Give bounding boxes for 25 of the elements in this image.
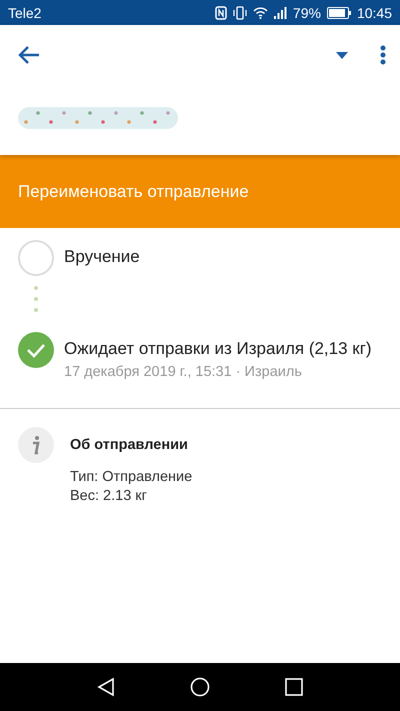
info-icon bbox=[18, 427, 54, 463]
back-nav-icon[interactable] bbox=[97, 677, 116, 697]
signal-icon bbox=[274, 6, 287, 19]
detail-line: Вес: 2.13 кг bbox=[70, 487, 148, 506]
recents-nav-icon[interactable] bbox=[284, 678, 303, 696]
connector-dot bbox=[34, 286, 38, 290]
status-title: Ожидает отправки из Израиля (2,13 кг) bbox=[64, 339, 372, 359]
battery-icon bbox=[326, 6, 351, 18]
wifi-icon bbox=[252, 6, 268, 19]
carrier-name: Tele2 bbox=[8, 4, 42, 20]
status-title: Вручение bbox=[64, 247, 140, 267]
rename-shipment-button[interactable]: Переименовать отправление bbox=[0, 155, 400, 228]
clock: 10:45 bbox=[356, 4, 392, 20]
caret-icon bbox=[336, 52, 348, 58]
more-icon bbox=[380, 45, 386, 65]
home-nav-icon[interactable] bbox=[190, 677, 210, 697]
status-date: 17 декабря 2019 г., 15:31 · Израиль bbox=[64, 364, 303, 380]
connector-dot bbox=[34, 297, 38, 301]
vibrate-icon bbox=[232, 6, 247, 20]
section-heading: Об отправлении bbox=[70, 437, 189, 453]
battery-percent: 79% bbox=[292, 4, 321, 20]
nfc-icon bbox=[214, 6, 227, 20]
connector-dot bbox=[34, 308, 38, 312]
back-arrow-icon bbox=[18, 46, 40, 64]
detail-line: Тип: Отправление bbox=[70, 468, 192, 487]
